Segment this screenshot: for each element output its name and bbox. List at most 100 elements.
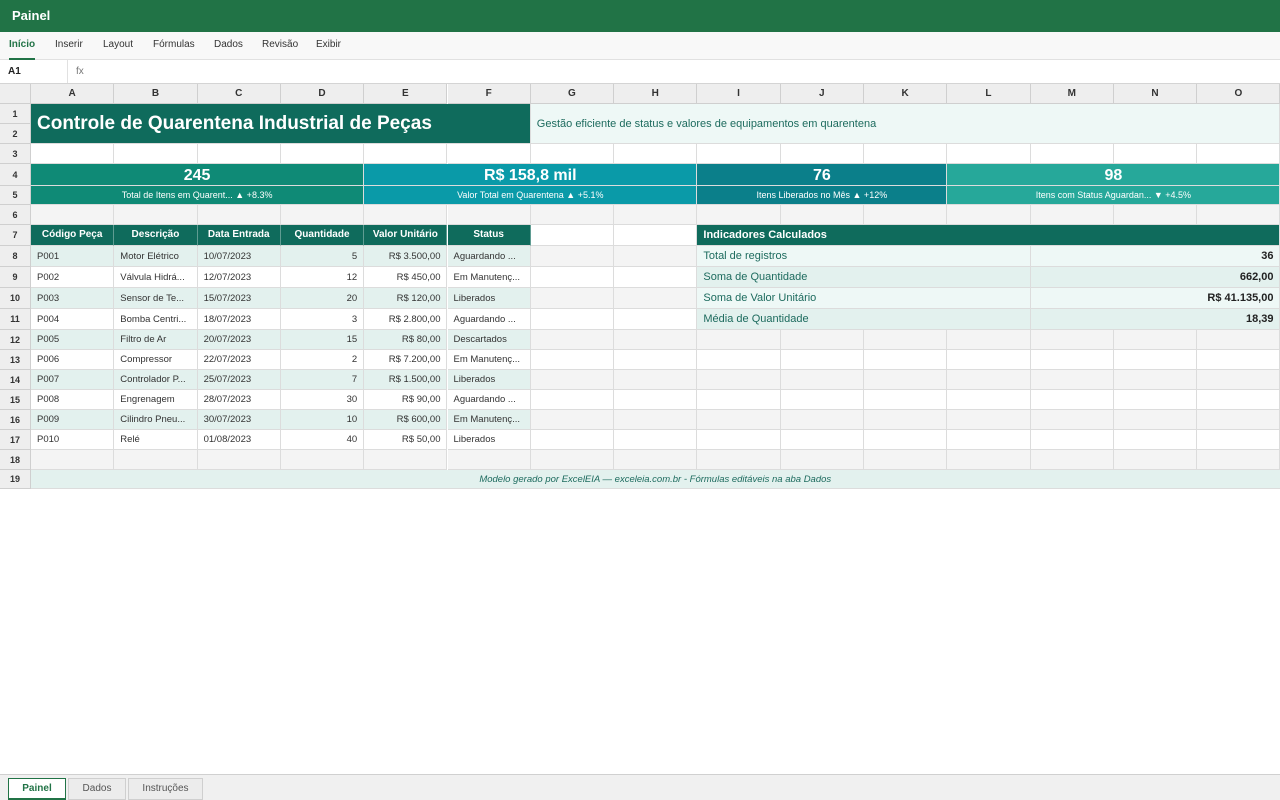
sheet-tab-0[interactable]: Painel — [8, 778, 66, 800]
table-cell[interactable]: 2 — [280, 350, 365, 370]
grid-cell[interactable] — [1030, 144, 1114, 164]
table-cell[interactable]: 12/07/2023 — [197, 267, 281, 288]
column-header-K[interactable]: K — [864, 84, 948, 104]
grid-cell[interactable] — [1197, 144, 1280, 164]
grid-cell[interactable] — [614, 246, 698, 267]
table-cell[interactable]: Liberados — [447, 430, 531, 450]
ribbon-tab-0[interactable]: Início — [9, 32, 36, 60]
table-cell[interactable]: Filtro de Ar — [114, 330, 198, 350]
grid-cell[interactable] — [1113, 205, 1198, 225]
table-cell[interactable]: R$ 80,00 — [364, 330, 448, 350]
grid-cell[interactable] — [1197, 410, 1280, 430]
grid-cell[interactable] — [614, 267, 698, 288]
grid-cell[interactable] — [947, 330, 1031, 350]
grid-cell[interactable] — [1197, 350, 1280, 370]
ribbon-tab-6[interactable]: Exibir — [316, 32, 341, 60]
grid-cell[interactable] — [31, 144, 115, 164]
table-cell[interactable]: 30 — [280, 390, 365, 410]
table-cell[interactable]: 22/07/2023 — [197, 350, 281, 370]
table-cell[interactable]: P005 — [31, 330, 115, 350]
table-cell[interactable]: Motor Elétrico — [114, 246, 198, 267]
table-header-cell[interactable]: Status — [447, 225, 531, 246]
table-cell[interactable]: Descartados — [447, 330, 531, 350]
grid-cell[interactable] — [864, 450, 948, 470]
grid-cell[interactable] — [614, 309, 698, 330]
grid-cell[interactable] — [1113, 370, 1198, 390]
grid-cell[interactable] — [31, 205, 115, 225]
table-cell[interactable]: R$ 90,00 — [364, 390, 448, 410]
column-header-L[interactable]: L — [947, 84, 1031, 104]
grid-cell[interactable] — [947, 410, 1031, 430]
grid-cell[interactable] — [1113, 390, 1198, 410]
table-cell[interactable]: P001 — [31, 246, 115, 267]
table-cell[interactable]: P004 — [31, 309, 115, 330]
grid-cell[interactable] — [280, 450, 365, 470]
table-cell[interactable]: 40 — [280, 430, 365, 450]
grid-cell[interactable] — [864, 330, 948, 350]
table-cell[interactable]: P010 — [31, 430, 115, 450]
table-cell[interactable]: 20/07/2023 — [197, 330, 281, 350]
grid-cell[interactable] — [780, 205, 864, 225]
grid-cell[interactable] — [780, 410, 864, 430]
table-cell[interactable]: 18/07/2023 — [197, 309, 281, 330]
table-header-cell[interactable]: Descrição — [114, 225, 198, 246]
grid-cell[interactable] — [780, 450, 864, 470]
table-cell[interactable]: Sensor de Te... — [114, 288, 198, 309]
table-cell[interactable]: 5 — [280, 246, 365, 267]
column-header-B[interactable]: B — [114, 84, 198, 104]
table-cell[interactable]: 28/07/2023 — [197, 390, 281, 410]
table-cell[interactable]: Em Manutenç... — [447, 350, 531, 370]
ribbon-tab-2[interactable]: Layout — [103, 32, 133, 60]
column-header-M[interactable]: M — [1030, 84, 1114, 104]
table-cell[interactable]: Controlador P... — [114, 370, 198, 390]
grid-cell[interactable] — [447, 144, 531, 164]
grid-cell[interactable] — [1113, 430, 1198, 450]
row-header-19[interactable]: 19 — [0, 470, 31, 489]
table-cell[interactable]: P008 — [31, 390, 115, 410]
row-header-6[interactable]: 6 — [0, 205, 31, 225]
grid-cell[interactable] — [114, 450, 198, 470]
table-cell[interactable]: R$ 50,00 — [364, 430, 448, 450]
table-cell[interactable]: P006 — [31, 350, 115, 370]
grid-cell[interactable] — [31, 450, 115, 470]
grid-cell[interactable] — [1030, 330, 1114, 350]
row-header-12[interactable]: 12 — [0, 330, 31, 350]
table-cell[interactable]: Liberados — [447, 370, 531, 390]
grid-cell[interactable] — [697, 450, 781, 470]
grid-cell[interactable] — [530, 330, 615, 350]
grid-cell[interactable] — [530, 246, 615, 267]
table-cell[interactable]: R$ 3.500,00 — [364, 246, 448, 267]
row-header-9[interactable]: 9 — [0, 267, 31, 288]
table-cell[interactable]: 15 — [280, 330, 365, 350]
grid-cell[interactable] — [780, 370, 864, 390]
grid-cell[interactable] — [780, 144, 864, 164]
column-header-H[interactable]: H — [614, 84, 698, 104]
table-cell[interactable]: Aguardando ... — [447, 246, 531, 267]
row-header-1[interactable]: 1 — [0, 104, 31, 124]
table-cell[interactable]: 10 — [280, 410, 365, 430]
grid-cell[interactable] — [614, 330, 698, 350]
table-cell[interactable]: P009 — [31, 410, 115, 430]
table-cell[interactable]: 10/07/2023 — [197, 246, 281, 267]
grid-cell[interactable] — [197, 450, 281, 470]
grid-cell[interactable] — [780, 430, 864, 450]
grid-cell[interactable] — [697, 430, 781, 450]
grid-cell[interactable] — [1113, 144, 1198, 164]
row-header-10[interactable]: 10 — [0, 288, 31, 309]
grid-cell[interactable] — [1113, 410, 1198, 430]
table-cell[interactable]: Cilindro Pneu... — [114, 410, 198, 430]
row-header-16[interactable]: 16 — [0, 410, 31, 430]
grid-cell[interactable] — [1030, 205, 1114, 225]
grid-cell[interactable] — [864, 430, 948, 450]
grid-cell[interactable] — [114, 205, 198, 225]
grid-cell[interactable] — [530, 410, 615, 430]
row-header-3[interactable]: 3 — [0, 144, 31, 164]
grid-cell[interactable] — [530, 288, 615, 309]
grid-cell[interactable] — [614, 410, 698, 430]
grid-cell[interactable] — [1197, 370, 1280, 390]
table-cell[interactable]: P002 — [31, 267, 115, 288]
table-cell[interactable]: 01/08/2023 — [197, 430, 281, 450]
table-header-cell[interactable]: Quantidade — [280, 225, 365, 246]
grid-cell[interactable] — [697, 144, 781, 164]
table-header-cell[interactable]: Data Entrada — [197, 225, 281, 246]
